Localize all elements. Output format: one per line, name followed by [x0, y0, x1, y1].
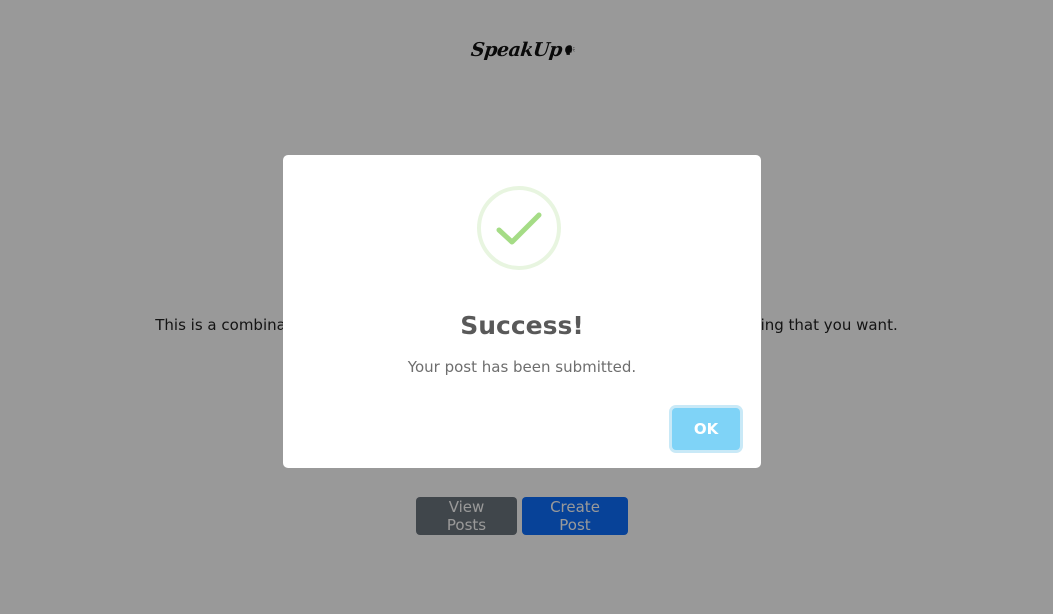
success-check-icon	[477, 186, 561, 270]
success-dialog: Success! Your post has been submitted. O…	[283, 155, 761, 468]
ok-button[interactable]: OK	[672, 408, 740, 450]
dialog-message: Your post has been submitted.	[407, 358, 637, 376]
dialog-title: Success!	[460, 311, 584, 340]
